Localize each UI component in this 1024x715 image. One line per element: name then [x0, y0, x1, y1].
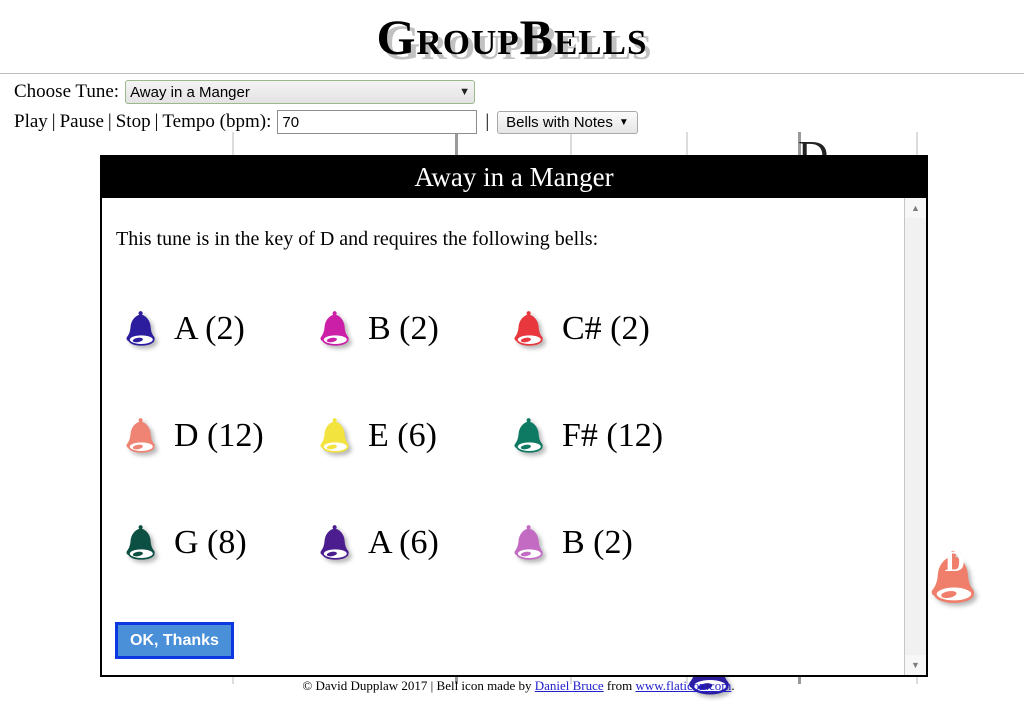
toolbar: Choose Tune: Away in a Manger ▼ Play | P…	[0, 76, 1024, 135]
display-mode-dropdown[interactable]: Bells with Notes ▼	[497, 110, 638, 134]
tempo-input-value: 70	[282, 113, 300, 131]
flaticon-link[interactable]: www.flaticon.com	[635, 678, 731, 693]
bell-icon	[504, 307, 556, 351]
pause-button[interactable]: Pause	[60, 111, 104, 133]
required-bell-item: D (12)	[116, 414, 310, 458]
tempo-input[interactable]: 70	[277, 110, 478, 134]
toolbar-separator: |	[107, 111, 112, 132]
bell-icon	[116, 521, 168, 565]
required-bell-item: B (2)	[310, 307, 504, 351]
app-root: GroupBells D DDA Choose Tune: Away in a …	[0, 0, 1024, 715]
scrollbar-track[interactable]	[905, 218, 926, 655]
bell-label: E (6)	[368, 416, 437, 454]
required-bell-item: A (6)	[310, 521, 504, 565]
tune-select[interactable]: Away in a Manger ▼	[125, 80, 476, 104]
bell-label: A (6)	[368, 523, 439, 561]
bell-label: A (2)	[174, 309, 245, 347]
bell-icon	[310, 414, 362, 458]
scroll-up-icon[interactable]: ▲	[905, 198, 926, 218]
dialog-title: Away in a Manger	[414, 162, 614, 192]
required-bell-item: E (6)	[310, 414, 504, 458]
bell-icon	[310, 521, 362, 565]
toolbar-separator: |	[485, 111, 490, 132]
tempo-label: Tempo (bpm):	[162, 111, 272, 132]
play-button[interactable]: Play	[14, 111, 48, 133]
footer: © David Dupplaw 2017 | Bell icon made by…	[0, 662, 1024, 710]
bell-row: A (2) B (2) C# (2)	[116, 275, 904, 382]
footer-middle: from	[603, 678, 636, 693]
tune-info-dialog: Away in a Manger This tune is in the key…	[100, 155, 928, 677]
bell-label: C# (2)	[562, 309, 650, 347]
required-bell-item: F# (12)	[504, 414, 698, 458]
toolbar-separator: |	[154, 111, 159, 132]
stop-button[interactable]: Stop	[116, 111, 151, 133]
dialog-intro-text: This tune is in the key of D and require…	[116, 228, 599, 250]
required-bell-item: C# (2)	[504, 307, 698, 351]
dialog-body: This tune is in the key of D and require…	[102, 198, 904, 675]
required-bells-grid: A (2) B (2) C# (2) D (12) E (6) F# (12) G (8) A…	[116, 275, 904, 596]
required-bell-item: B (2)	[504, 521, 698, 565]
chevron-down-icon: ▼	[459, 86, 471, 98]
bell-icon	[504, 521, 556, 565]
bell-icon	[116, 307, 168, 351]
tune-select-value: Away in a Manger	[130, 83, 250, 101]
page-title: GroupBells	[376, 9, 648, 65]
bell-label: D (12)	[174, 416, 264, 454]
bell-label: F# (12)	[562, 416, 664, 454]
chevron-down-icon: ▼	[618, 116, 629, 128]
bell-row: D (12) E (6) F# (12)	[116, 382, 904, 489]
display-mode-label: Bells with Notes	[506, 113, 613, 131]
required-bell-item: A (2)	[116, 307, 310, 351]
footer-period: .	[731, 678, 735, 693]
choose-tune-label: Choose Tune:	[14, 81, 120, 102]
bell-label: G (8)	[174, 523, 247, 561]
bell-row: G (8) A (6) B (2)	[116, 489, 904, 596]
bell-label: B (2)	[562, 523, 633, 561]
toolbar-separator: |	[51, 111, 56, 132]
bell-icon	[504, 414, 556, 458]
dialog-title-bar: Away in a Manger	[102, 157, 926, 198]
bell-icon	[116, 414, 168, 458]
author-link[interactable]: Daniel Bruce	[535, 678, 604, 693]
ok-thanks-button[interactable]: OK, Thanks	[115, 622, 234, 659]
title-bar: GroupBells	[0, 0, 1024, 74]
bell-label: B (2)	[368, 309, 439, 347]
bell-icon	[310, 307, 362, 351]
required-bell-item: G (8)	[116, 521, 310, 565]
dialog-scrollbar[interactable]: ▲ ▼	[904, 198, 926, 675]
footer-copyright: © David Dupplaw 2017 | Bell icon made by	[302, 678, 535, 693]
